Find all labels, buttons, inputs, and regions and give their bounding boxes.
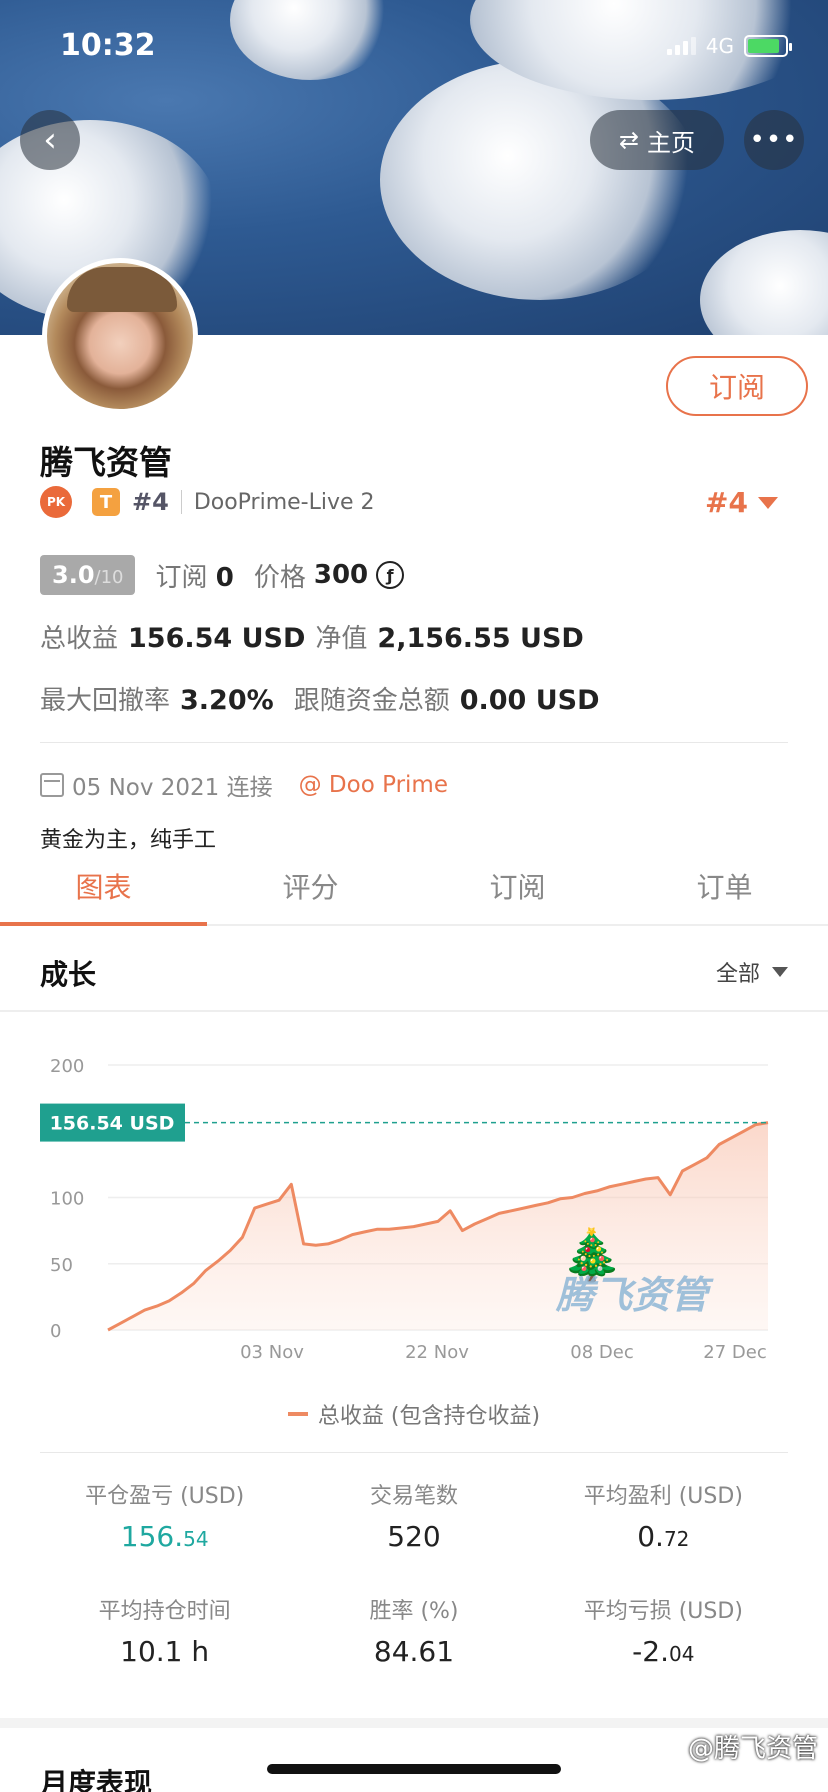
- rank-dropdown[interactable]: #4: [705, 486, 778, 519]
- metric-label: 胜率 (%): [369, 1599, 459, 1624]
- divider: [40, 742, 788, 743]
- metric-value: 520: [387, 1520, 441, 1553]
- caret-down-icon: [772, 967, 788, 977]
- metric-item: 平仓盈亏 (USD) 156.54: [40, 1478, 289, 1553]
- copy-funds-label: 跟随资金总额: [293, 686, 450, 716]
- metric-value: 156.54: [120, 1520, 209, 1553]
- profile-name: 腾飞资管: [40, 443, 172, 482]
- network-label: 4G: [705, 34, 734, 58]
- legend-label: 总收益 (包含持仓收益): [317, 1404, 541, 1429]
- tab-chart[interactable]: 图表: [0, 858, 207, 926]
- home-button[interactable]: ⇄ 主页: [590, 110, 724, 170]
- metric-label: 平仓盈亏 (USD): [85, 1484, 245, 1509]
- equity-label: 净值: [315, 624, 368, 654]
- tab-rating[interactable]: 评分: [207, 858, 414, 924]
- chevron-left-icon: ‹: [43, 120, 57, 160]
- metric-item: 胜率 (%) 84.61: [289, 1593, 538, 1668]
- metric-item: 平均盈利 (USD) 0.72: [539, 1478, 788, 1553]
- metric-item: 平均亏损 (USD) -2.04: [539, 1593, 788, 1668]
- swap-icon: ⇄: [618, 126, 640, 154]
- monthly-title: 月度表现: [40, 1767, 153, 1792]
- connect-row: 05 Nov 2021 连接 @ Doo Prime: [40, 768, 448, 802]
- chart-watermark: 腾飞资管: [555, 1273, 714, 1317]
- connected-date: 05 Nov 2021 连接: [72, 775, 273, 801]
- metric-label: 平均亏损 (USD): [583, 1599, 743, 1624]
- y-tick-label: 200: [50, 1056, 84, 1077]
- growth-chart[interactable]: 0 50 100 200 156.54 USD 03 Nov 22 Nov 08 Dec 27 …: [0, 1030, 828, 1370]
- copy-funds-value: 0.00 USD: [459, 685, 600, 716]
- max-drawdown-label: 最大回撤率: [40, 686, 171, 716]
- tab-orders[interactable]: 订单: [621, 858, 828, 924]
- x-tick-label: 08 Dec: [570, 1342, 633, 1363]
- tier-icon: T: [92, 488, 120, 516]
- caret-down-icon: [758, 496, 778, 509]
- tab-subscribe[interactable]: 订阅: [414, 858, 621, 924]
- status-time: 10:32: [60, 28, 156, 63]
- more-button[interactable]: •••: [744, 110, 804, 170]
- range-select-label: 全部: [715, 962, 760, 987]
- more-icon: •••: [749, 125, 799, 155]
- score-row: 3.0/10 订阅 0 价格 300 ƒ: [40, 555, 405, 595]
- subscribers-stat: 订阅 0: [155, 562, 234, 593]
- metric-label: 交易笔数: [369, 1484, 458, 1509]
- x-tick-label: 03 Nov: [240, 1342, 304, 1363]
- metric-item: 交易笔数 520: [289, 1478, 538, 1553]
- broker-link[interactable]: @ Doo Prime: [299, 772, 448, 798]
- x-tick-label: 27 Dec: [703, 1342, 766, 1363]
- range-select[interactable]: 全部: [716, 956, 788, 988]
- metric-value: -2.04: [632, 1635, 695, 1668]
- tab-bar: 图表 评分 订阅 订单: [0, 858, 828, 926]
- drawdown-row: 最大回撤率 3.20% 跟随资金总额 0.00 USD: [40, 680, 600, 717]
- watermark: @腾飞资管: [687, 1734, 818, 1764]
- y-tick-label: 0: [50, 1321, 61, 1342]
- max-drawdown-value: 3.20%: [180, 685, 274, 716]
- metric-label: 平均持仓时间: [98, 1599, 231, 1624]
- y-tick-label: 100: [50, 1189, 84, 1210]
- pk-icon: PK: [40, 486, 72, 518]
- metric-item: 平均持仓时间 10.1 h: [40, 1593, 289, 1668]
- equity-value: 2,156.55 USD: [377, 623, 584, 654]
- metric-label: 平均盈利 (USD): [583, 1484, 743, 1509]
- chart-legend: 总收益 (包含持仓收益): [0, 1398, 828, 1430]
- growth-title: 成长: [40, 958, 97, 991]
- profit-row: 总收益 156.54 USD 净值 2,156.55 USD: [40, 618, 584, 655]
- total-profit-label: 总收益: [40, 624, 119, 654]
- profile-bio: 黄金为主，纯手工: [40, 828, 217, 853]
- rank-small: #4: [132, 488, 169, 516]
- legend-swatch: [287, 1412, 308, 1416]
- profile-meta-row: PK T #4 DooPrime-Live 2: [40, 486, 375, 518]
- x-tick-label: 22 Nov: [405, 1342, 469, 1363]
- calendar-icon: [40, 773, 64, 797]
- subscribe-button[interactable]: 订阅: [666, 356, 808, 416]
- y-tick-label: 50: [50, 1255, 73, 1276]
- score-badge: 3.0/10: [40, 555, 136, 595]
- avatar[interactable]: [42, 258, 198, 414]
- back-button[interactable]: ‹: [20, 110, 80, 170]
- price-stat: 价格 300 ƒ: [254, 557, 405, 594]
- total-profit-value: 156.54 USD: [128, 623, 306, 654]
- metric-value: 84.61: [373, 1635, 455, 1668]
- battery-icon: [744, 35, 792, 57]
- current-value-label: 156.54 USD: [50, 1113, 175, 1135]
- rank-big-label: #4: [705, 486, 748, 519]
- metrics-grid: 平仓盈亏 (USD) 156.54 交易笔数 520 平均盈利 (USD) 0.72 平均持…: [40, 1478, 788, 1668]
- home-button-label: 主页: [647, 128, 696, 157]
- section-divider: [0, 1010, 828, 1012]
- signal-icon: [666, 37, 696, 55]
- coin-icon: ƒ: [376, 561, 405, 589]
- metric-value: 0.72: [637, 1520, 690, 1553]
- section-spacer: [0, 1718, 828, 1728]
- meta-divider: [180, 490, 182, 514]
- metric-value: 10.1 h: [120, 1635, 210, 1668]
- divider: [40, 1452, 788, 1453]
- home-indicator: [267, 1764, 561, 1774]
- server-name: DooPrime-Live 2: [193, 489, 375, 515]
- status-bar-right: 4G: [666, 34, 792, 58]
